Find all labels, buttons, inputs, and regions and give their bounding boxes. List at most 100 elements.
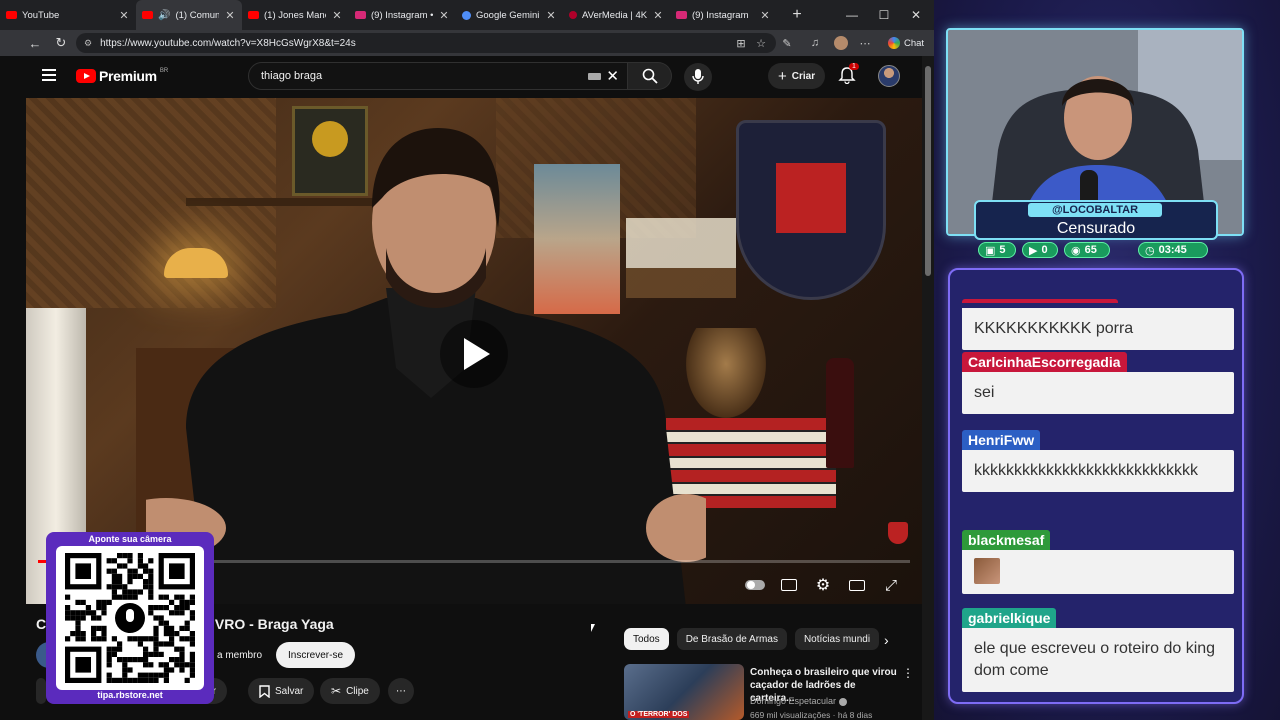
- settings-gear-icon[interactable]: ⚙: [812, 574, 834, 596]
- qr-module: [117, 657, 123, 663]
- back-button[interactable]: ←: [22, 36, 48, 51]
- more-options-icon[interactable]: ⋮: [902, 666, 914, 680]
- qr-module: [179, 662, 185, 668]
- qr-module: [189, 594, 195, 600]
- site-info-icon[interactable]: ⚙: [84, 38, 92, 49]
- maximize-button[interactable]: ☐: [868, 0, 900, 30]
- voice-search-button[interactable]: [684, 63, 712, 91]
- qr-module: [148, 636, 154, 642]
- qr-module: [122, 594, 128, 600]
- tab-gemini[interactable]: Google Gemini ✕: [456, 0, 563, 30]
- url-field[interactable]: ⚙ https://www.youtube.com/watch?v=X8HcGs…: [76, 33, 776, 53]
- bookmark-star-icon[interactable]: ☆: [754, 33, 768, 53]
- clip-button[interactable]: ✂ Clipe: [320, 678, 380, 704]
- qr-module: [189, 636, 195, 642]
- qr-module: [80, 599, 86, 605]
- tab-avermedia[interactable]: AVerMedia | 4K H ✕: [563, 0, 670, 30]
- close-tab-icon[interactable]: ✕: [118, 9, 130, 22]
- qr-module: [65, 594, 71, 600]
- autoplay-toggle[interactable]: [744, 574, 766, 596]
- qr-module: [153, 631, 159, 637]
- qr-module: [169, 657, 175, 663]
- tab-jones-manoel[interactable]: (1) Jones Manoel ✕: [242, 0, 349, 30]
- qr-module: [106, 584, 112, 590]
- close-tab-icon[interactable]: ✕: [224, 9, 236, 22]
- save-button[interactable]: Salvar: [248, 678, 315, 704]
- recommended-video[interactable]: O 'TERROR' DOS Conheça o brasileiro que …: [624, 664, 920, 720]
- play-button[interactable]: [440, 320, 508, 388]
- tab-youtube[interactable]: YouTube ✕: [0, 0, 136, 30]
- clock-icon: ◷: [1145, 244, 1155, 257]
- account-avatar[interactable]: [878, 65, 900, 87]
- recommended-meta: 669 mil visualizações · há 8 dias: [750, 710, 873, 720]
- notifications-button[interactable]: 1: [838, 63, 859, 86]
- chip-all[interactable]: Todos: [624, 628, 669, 650]
- qr-module: [75, 610, 81, 616]
- search-button[interactable]: [628, 62, 672, 90]
- search-input[interactable]: thiago braga ✕: [248, 62, 628, 90]
- qr-module: [137, 558, 143, 564]
- like-button[interactable]: [36, 678, 46, 704]
- create-button[interactable]: + Criar: [768, 63, 826, 89]
- apps-icon[interactable]: ⊞: [734, 33, 748, 53]
- keyboard-icon[interactable]: [588, 73, 601, 80]
- close-tab-icon[interactable]: ✕: [652, 9, 664, 22]
- chat-button[interactable]: Chat: [882, 33, 930, 53]
- theater-mode-icon[interactable]: [846, 574, 868, 596]
- close-tab-icon[interactable]: ✕: [545, 9, 557, 22]
- qr-module: [158, 605, 164, 611]
- qr-module: [163, 641, 169, 647]
- qr-module: [106, 657, 112, 663]
- scrollbar-thumb[interactable]: [925, 66, 931, 276]
- qr-module: [132, 657, 138, 663]
- chip-brasao[interactable]: De Brasão de Armas: [676, 628, 787, 650]
- extensions-icon[interactable]: ✎: [780, 33, 794, 53]
- page-scrollbar[interactable]: [922, 56, 934, 720]
- qr-module: [189, 599, 195, 605]
- qr-module: [111, 584, 117, 590]
- more-actions-button[interactable]: ⋯: [388, 678, 414, 704]
- qr-module: [148, 573, 154, 579]
- channel-watermark-icon[interactable]: [888, 522, 908, 544]
- qr-module: [148, 568, 154, 574]
- qr-module: [117, 646, 123, 652]
- recommended-channel[interactable]: Domingo Espetacular: [750, 696, 847, 706]
- tab-comunistas[interactable]: 🔊 (1) Comunistas ✕: [136, 0, 242, 30]
- qr-module: [174, 594, 180, 600]
- close-tab-icon[interactable]: ✕: [438, 9, 450, 22]
- qr-module: [137, 553, 143, 559]
- qr-module: [132, 677, 138, 683]
- qr-module: [143, 651, 149, 657]
- menu-icon[interactable]: [42, 69, 56, 81]
- new-tab-button[interactable]: +: [785, 6, 809, 24]
- close-window-button[interactable]: ✕: [900, 0, 932, 30]
- tab-instagram-2[interactable]: (9) Instagram ✕: [670, 0, 777, 30]
- qr-module: [111, 677, 117, 683]
- video-thumbnail[interactable]: O 'TERROR' DOS: [624, 664, 744, 720]
- chip-noticias[interactable]: Notícias mundi: [794, 628, 880, 650]
- video-player[interactable]: ⚙ ⤢: [26, 98, 922, 604]
- qr-module: [96, 625, 102, 631]
- media-control-icon[interactable]: ♫: [808, 33, 822, 53]
- close-tab-icon[interactable]: ✕: [759, 9, 771, 22]
- qr-module: [111, 651, 117, 657]
- subscribe-button[interactable]: Inscrever-se: [276, 642, 356, 668]
- speaker-icon[interactable]: 🔊: [158, 10, 170, 21]
- qr-module: [179, 667, 185, 673]
- tab-instagram-1[interactable]: (9) Instagram • M ✕: [349, 0, 456, 30]
- reload-button[interactable]: ↻: [48, 35, 74, 51]
- more-menu-icon[interactable]: ⋯: [858, 33, 872, 53]
- join-button[interactable]: a membro: [206, 642, 273, 668]
- chevron-right-icon[interactable]: ›: [884, 632, 889, 648]
- subtitles-icon[interactable]: [778, 574, 800, 596]
- fullscreen-icon[interactable]: ⤢: [880, 574, 902, 596]
- qr-module: [127, 579, 133, 585]
- search-icon: [642, 68, 658, 84]
- qr-module: [111, 646, 117, 652]
- clear-search-icon[interactable]: ✕: [606, 67, 619, 85]
- youtube-logo[interactable]: Premium BR: [76, 68, 168, 84]
- qr-module: [127, 568, 133, 574]
- minimize-button[interactable]: —: [836, 0, 868, 30]
- profile-avatar[interactable]: [832, 33, 850, 53]
- close-tab-icon[interactable]: ✕: [331, 9, 343, 22]
